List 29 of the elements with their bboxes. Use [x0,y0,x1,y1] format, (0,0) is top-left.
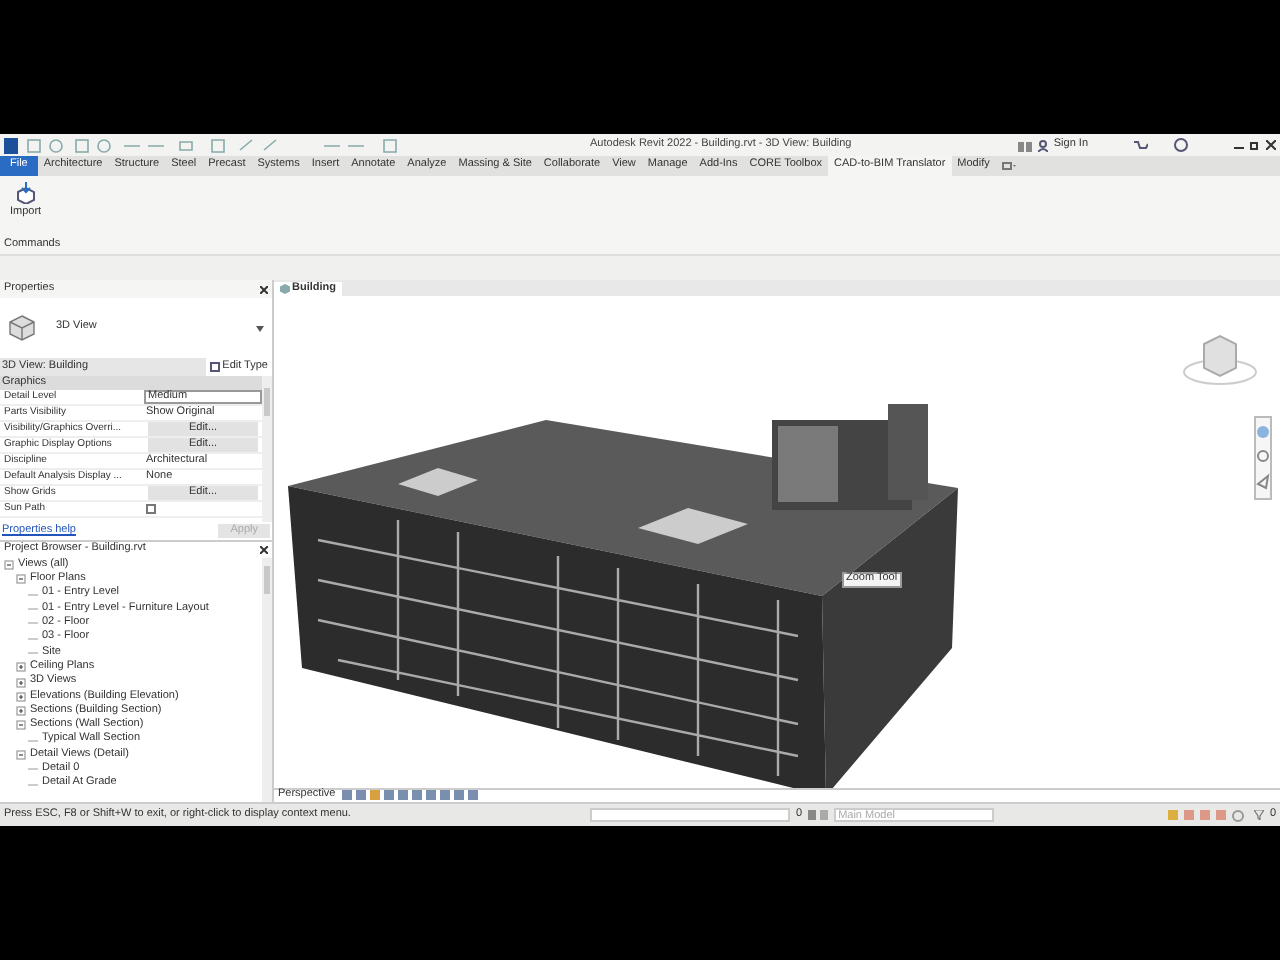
scrollbar-thumb[interactable] [264,566,270,594]
edit-type-icon [210,362,221,372]
collapse-icon[interactable] [16,720,26,731]
expand-icon[interactable] [16,691,26,702]
close-icon[interactable] [260,285,268,293]
dropdown-arrow-icon[interactable] [256,325,264,331]
checkbox[interactable] [146,504,156,514]
expand-icon[interactable] [16,677,26,688]
filter-icon[interactable] [1253,810,1264,820]
import-icon [15,182,36,204]
binoculars-icon[interactable] [1017,139,1032,151]
expand-icon[interactable] [16,662,26,673]
expand-icon[interactable] [16,706,26,717]
restore-icon[interactable] [1250,140,1260,150]
workset-field[interactable] [590,808,790,822]
user-icon [1037,139,1048,151]
collapse-icon[interactable] [16,574,26,585]
close-icon[interactable] [1266,140,1276,150]
collapse-icon[interactable] [4,560,14,571]
help-icon[interactable] [1174,138,1188,152]
collapse-icon[interactable] [16,750,26,760]
app-logo-icon[interactable] [4,137,18,153]
design-options-icon[interactable] [808,810,829,820]
cube-icon [8,314,36,342]
close-icon[interactable] [260,546,268,554]
selection-options-icons[interactable] [1167,809,1248,821]
navigation-bar-drawing[interactable] [1254,416,1272,500]
view-3d-icon [280,284,290,294]
scrollbar-thumb[interactable] [264,388,270,416]
